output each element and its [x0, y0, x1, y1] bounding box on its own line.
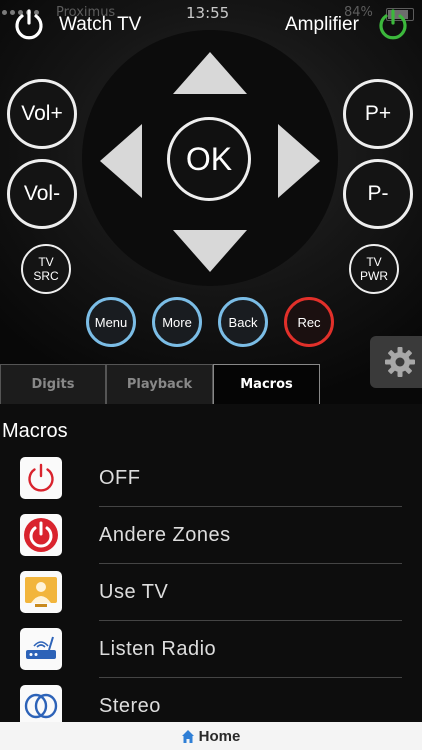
- menu-button[interactable]: Menu: [86, 297, 136, 347]
- program-up-button[interactable]: P+: [343, 79, 413, 149]
- tv-power-button[interactable]: TV PWR: [349, 244, 399, 294]
- stereo-rings-icon: [20, 685, 62, 727]
- amplifier-label[interactable]: Amplifier: [285, 14, 359, 36]
- macro-label: OFF: [99, 467, 141, 489]
- macro-item-listen-radio[interactable]: Listen Radio: [0, 621, 422, 678]
- home-label: Home: [198, 727, 241, 745]
- ok-button[interactable]: OK: [167, 117, 251, 201]
- back-button[interactable]: Back: [218, 297, 268, 347]
- home-icon: [181, 729, 194, 743]
- tv-source-line2: SRC: [33, 269, 59, 283]
- tab-bar: Digits Playback Macros: [0, 362, 422, 404]
- arrow-left-button[interactable]: [98, 122, 144, 200]
- arrow-up-button[interactable]: [171, 50, 249, 96]
- macro-item-use-tv[interactable]: Use TV: [0, 564, 422, 621]
- tv-power-line1: TV: [366, 255, 382, 269]
- watch-tv-label[interactable]: Watch TV: [59, 14, 141, 36]
- more-button[interactable]: More: [152, 297, 202, 347]
- remote-screen: Proximus 13:55 84% Watch TV Amplifier OK…: [0, 0, 422, 750]
- macro-item-andere-zones[interactable]: Andere Zones: [0, 507, 422, 564]
- tv-person-icon: [20, 571, 62, 613]
- macro-item-off[interactable]: OFF: [0, 450, 422, 507]
- tv-source-button[interactable]: TV SRC: [21, 244, 71, 294]
- arrow-down-button[interactable]: [171, 228, 249, 274]
- macros-panel: Macros OFF Andere Zones Use TV Listen Ra…: [0, 404, 422, 727]
- volume-down-button[interactable]: Vol-: [7, 159, 77, 229]
- record-button[interactable]: Rec: [284, 297, 334, 347]
- status-time: 13:55: [186, 4, 230, 22]
- program-down-button[interactable]: P-: [343, 159, 413, 229]
- power-filled-icon: [20, 514, 62, 556]
- tv-power-line2: PWR: [360, 269, 388, 283]
- macro-label: Stereo: [99, 695, 161, 717]
- arrow-right-button[interactable]: [276, 122, 322, 200]
- radio-router-icon: [20, 628, 62, 670]
- macro-label: Use TV: [99, 581, 169, 603]
- volume-up-button[interactable]: Vol+: [7, 79, 77, 149]
- amplifier-power-icon[interactable]: [376, 8, 410, 42]
- tab-playback[interactable]: Playback: [106, 364, 213, 404]
- watch-tv-power-icon[interactable]: [12, 8, 46, 42]
- tab-digits[interactable]: Digits: [0, 364, 106, 404]
- macro-label: Listen Radio: [99, 638, 217, 660]
- tv-source-line1: TV: [38, 255, 54, 269]
- macros-title: Macros: [2, 420, 68, 442]
- power-outline-icon: [20, 457, 62, 499]
- tab-macros[interactable]: Macros: [213, 364, 320, 404]
- home-bar[interactable]: Home: [0, 722, 422, 750]
- macro-label: Andere Zones: [99, 524, 231, 546]
